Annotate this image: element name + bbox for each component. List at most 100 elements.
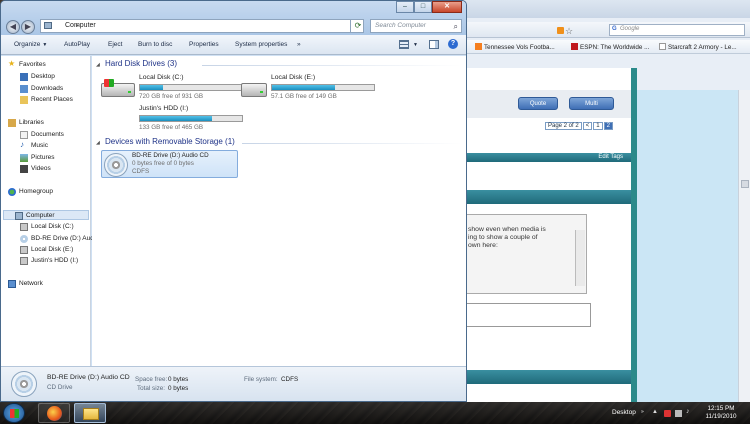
minimize-button[interactable]: – [396,1,414,13]
volume-icon[interactable]: ♪ [686,408,693,415]
file-system-value: CDFS [281,376,299,383]
nav-documents[interactable]: Documents [20,130,64,140]
page-2[interactable]: 2 [603,122,613,130]
explorer-window[interactable]: – □ ✕ ◀ ▶ ▸ Computer ⟳ Search Computer ⌕… [0,0,467,402]
address-bar[interactable]: ▸ Computer [40,19,364,33]
taskbar-firefox[interactable] [38,403,70,423]
window-controls: – □ ✕ [396,1,462,13]
nav-network[interactable]: Network [8,279,43,289]
address-text[interactable]: Computer [65,22,96,29]
nav-drive-e[interactable]: Local Disk (E:) [20,245,73,255]
view-dropdown-icon[interactable]: ▼ [411,41,418,48]
desktop-toolbar[interactable]: Desktop [612,409,636,416]
chevron-right-icon[interactable]: ▸ [76,20,79,32]
bookmark-vols[interactable]: Tennessee Vols Footba... [475,43,555,51]
back-button[interactable]: ◀ [6,20,20,34]
burn-to-disc-button[interactable]: Burn to disc [138,41,172,48]
drive-usage-fill [140,116,213,121]
libraries-icon [8,119,16,127]
nav-favorites[interactable]: ★ Favorites [8,59,46,70]
homegroup-icon [8,188,16,196]
hard-drive-icon [20,257,28,265]
nav-videos[interactable]: Videos [20,164,51,174]
help-icon[interactable]: ? [448,39,458,49]
group-removable-storage[interactable]: Devices with Removable Storage (1) [105,137,235,146]
total-size-value: 0 bytes [168,385,189,392]
network-status-icon[interactable] [675,410,682,417]
details-type: CD Drive [47,384,73,391]
page-1[interactable]: 1 [593,122,603,130]
close-button[interactable]: ✕ [432,1,462,13]
drive-name: Local Disk (C:) [139,74,184,81]
refresh-icon[interactable]: ⟳ [350,19,365,33]
rss-icon[interactable] [557,27,564,34]
command-bar: Organize ▼ AutoPlay Eject Burn to disc Pr… [1,35,466,55]
preview-pane-icon[interactable] [429,40,439,49]
nav-pictures[interactable]: Pictures [20,153,54,163]
browser-window[interactable]: ☆ G Google Tennessee Vols Footba... ESPN… [462,0,750,402]
taskbar-explorer[interactable] [74,403,106,423]
forward-button[interactable]: ▶ [21,20,35,34]
page-background [637,90,738,402]
group-hard-disk-drives[interactable]: Hard Disk Drives (3) [105,59,177,68]
collapse-arrow-icon[interactable]: ◢ [96,62,100,68]
browser-scrollbar[interactable] [738,90,750,402]
nav-computer[interactable]: Computer [3,210,89,220]
show-hidden-icons-icon[interactable]: ▲ [652,409,659,416]
browser-search-input[interactable]: G Google [609,24,745,36]
search-input[interactable]: Search Computer ⌕ [370,19,462,33]
disc-icon [104,153,128,177]
page-prev[interactable]: < [582,122,593,130]
system-clock[interactable]: 12:15 PM 11/19/2010 [697,405,745,421]
computer-icon [44,22,52,29]
nav-drive-c[interactable]: Local Disk (C:) [20,222,74,232]
folder-icon [83,408,99,420]
nav-recent-places[interactable]: Recent Places [20,95,73,105]
nav-homegroup[interactable]: Homegroup [8,187,53,197]
organize-button[interactable]: Organize ▼ [14,41,47,48]
autoplay-button[interactable]: AutoPlay [64,41,90,48]
bookmark-starcraft[interactable]: Starcraft 2 Armory - Le... [659,43,737,51]
nav-downloads[interactable]: Downloads [20,84,63,94]
taskbar: Desktop » ▲ ♪ 12:15 PM 11/19/2010 [0,402,750,424]
page-icon [659,43,666,50]
bookmark-espn[interactable]: ESPN: The Worldwide ... [571,43,649,51]
reply-box[interactable] [463,303,591,327]
device-filesystem: CDFS [132,168,150,175]
drive-e-tile[interactable]: Local Disk (E:) 57.1 GB free of 149 GB [241,74,391,104]
nav-drive-i[interactable]: Justin's HDD (I:) [20,256,78,266]
explorer-titlebar[interactable]: – □ ✕ ◀ ▶ ▸ Computer ⟳ Search Computer ⌕ [1,1,466,35]
documents-icon [20,131,28,139]
downloads-icon [20,85,28,93]
nav-libraries[interactable]: Libraries [8,118,44,128]
details-pane: BD-RE Drive (D:) Audio CD CD Drive Space… [1,366,466,401]
nav-music[interactable]: ♪ Music [20,140,48,151]
disc-icon [20,235,28,243]
bd-re-drive-tile[interactable]: BD-RE Drive (D:) Audio CD 0 bytes free o… [101,150,238,178]
eject-button[interactable]: Eject [108,41,122,48]
system-properties-button[interactable]: System properties [235,41,287,48]
bookmark-star-icon[interactable]: ☆ [565,26,573,37]
change-view-icon[interactable] [399,40,409,49]
device-free-space: 0 bytes free of 0 bytes [132,160,194,167]
properties-button[interactable]: Properties [189,41,219,48]
scroll-thumb[interactable] [741,180,749,188]
drive-i-tile[interactable]: Justin's HDD (I:) 133 GB free of 465 GB [101,105,251,135]
quote-scrollbar[interactable] [575,230,585,286]
footer-bar [463,370,631,384]
action-center-icon[interactable] [664,410,671,417]
edit-tags-link[interactable]: Edit Tags [598,154,623,160]
nav-desktop[interactable]: Desktop [20,72,55,82]
espn-icon [571,43,578,50]
quote-button[interactable]: Quote [518,97,558,110]
chevron-double-right-icon[interactable]: » [641,409,644,415]
post-header-bar: Edit Tags [463,153,631,162]
more-commands-button[interactable]: » [297,41,301,48]
start-button[interactable] [3,403,25,423]
collapse-arrow-icon[interactable]: ◢ [96,140,100,146]
multi-quote-button[interactable]: Multi [569,97,614,110]
chevron-down-icon: ▼ [42,42,48,48]
drive-c-tile[interactable]: Local Disk (C:) 720 GB free of 931 GB [101,74,251,104]
maximize-button[interactable]: □ [414,1,432,13]
drive-free-space: 133 GB free of 465 GB [139,124,204,131]
